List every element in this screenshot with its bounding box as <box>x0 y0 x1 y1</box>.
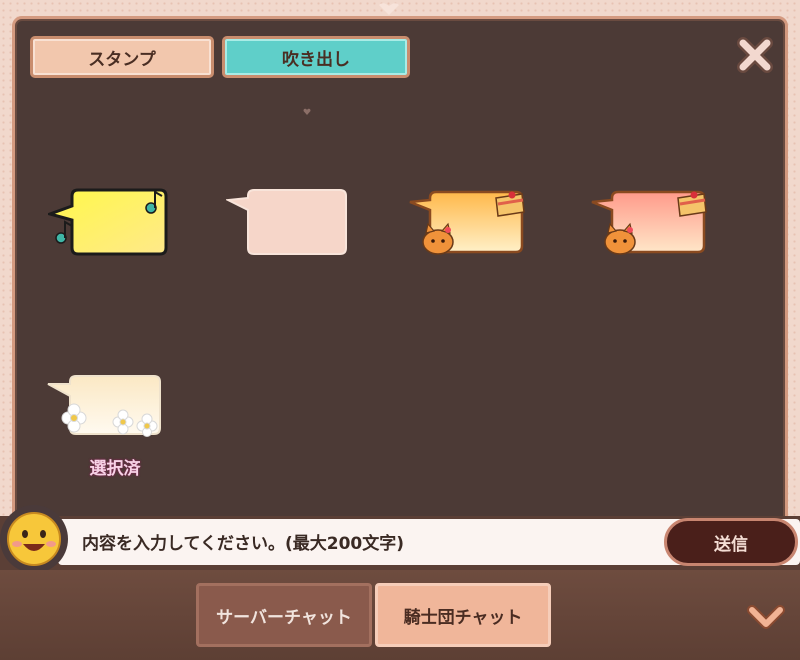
emoji-button[interactable] <box>0 505 68 573</box>
top-heart-icon <box>377 0 401 15</box>
channel-server-chat-button[interactable]: サーバーチャット <box>196 583 372 647</box>
chat-input-placeholder: 内容を入力してください。(最大200文字) <box>82 534 405 554</box>
collapse-button[interactable] <box>746 604 786 632</box>
chevron-down-icon <box>747 605 785 629</box>
close-icon <box>737 37 773 73</box>
page-indicator-heart-icon <box>303 101 311 115</box>
music-note-icon <box>55 220 73 244</box>
close-button[interactable] <box>733 33 777 77</box>
bubble-option-yellow-music[interactable] <box>48 186 170 258</box>
send-button[interactable]: 送信 <box>664 518 798 566</box>
tab-stamp[interactable]: スタンプ <box>30 36 214 78</box>
bubble-option-plain-pink[interactable] <box>226 186 350 258</box>
bubble-option-cream-flowers[interactable] <box>46 372 170 444</box>
selected-status-label: 選択済 <box>89 459 141 479</box>
channel-guild-chat-button[interactable]: 騎士団チャット <box>375 583 551 647</box>
smiley-face-icon <box>7 512 61 566</box>
bubble-option-orange-cat[interactable] <box>408 186 532 258</box>
tab-speech-bubble[interactable]: 吹き出し <box>222 36 410 78</box>
bubble-option-pink-cat[interactable] <box>590 186 714 258</box>
